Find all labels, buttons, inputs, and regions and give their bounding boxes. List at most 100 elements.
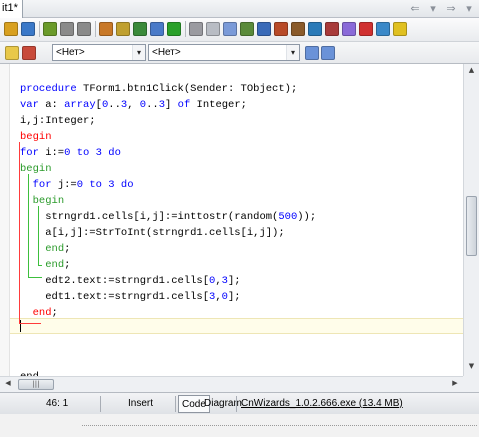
class-combo[interactable]: <Нет> ▾ (52, 44, 146, 61)
code-line: for j:=0 to 3 do (20, 179, 134, 192)
code-token: to (89, 179, 102, 191)
tool-icon[interactable] (308, 22, 322, 36)
text-caret (20, 320, 21, 332)
code-editor[interactable]: procedure TForm1.btn1Click(Sender: TObje… (0, 64, 463, 376)
block-guide-inner-end (38, 265, 42, 266)
forward-arrow-icon[interactable]: ⇒ (445, 2, 457, 15)
code-token: 500 (278, 211, 298, 223)
code-token: edt1.text:=strngrd1.cells[ (20, 291, 210, 303)
code-token: a: (38, 99, 65, 111)
code-token: begin (20, 131, 52, 143)
horizontal-scrollbar[interactable]: ◀ ||| ▶ (0, 376, 463, 392)
scroll-left-icon[interactable]: ◀ (2, 379, 14, 391)
list-view-icon[interactable] (305, 46, 319, 60)
code-token: j:= (51, 179, 77, 191)
code-token: var (20, 99, 39, 111)
block-guide-inner (38, 206, 39, 266)
code-token: , (127, 99, 140, 111)
code-lines: procedure TForm1.btn1Click(Sender: TObje… (0, 64, 463, 376)
unit-icon[interactable] (5, 46, 19, 60)
code-token: for (20, 147, 39, 159)
view-unit-icon[interactable] (99, 22, 113, 36)
run-icon[interactable] (167, 22, 181, 36)
scroll-up-icon[interactable]: ▲ (466, 66, 477, 78)
code-line: edt2.text:=strngrd1.cells[0,3]; (20, 275, 240, 288)
code-line: begin (20, 163, 52, 176)
toolbar-separator (185, 21, 186, 37)
new-unit-icon[interactable] (4, 22, 18, 36)
code-line: strngrd1.cells[i,j]:=inttostr(random(500… (20, 211, 316, 224)
code-token: )); (297, 211, 317, 223)
database-icon[interactable] (274, 22, 288, 36)
main-toolbar (0, 18, 479, 42)
trace-into-icon[interactable] (206, 22, 220, 36)
debug-icon[interactable] (325, 22, 339, 36)
code-token: ; (64, 259, 71, 271)
code-line: end; (20, 307, 58, 320)
pause-icon[interactable] (189, 22, 203, 36)
code-token: a[i,j]:=StrToInt(strngrd1.cells[i,j]); (20, 227, 285, 239)
sort-icon[interactable] (321, 46, 335, 60)
code-token: i:= (38, 147, 65, 159)
scrollbar-corner (463, 376, 479, 392)
code-token: ] (165, 99, 178, 111)
tip-icon[interactable] (393, 22, 407, 36)
open-project-icon[interactable] (77, 22, 91, 36)
toggle-form-unit-icon[interactable] (133, 22, 147, 36)
editor-tab-strip: it1* ⇐ ▾ ⇒ ▾ (0, 0, 479, 18)
wizard-icon[interactable] (257, 22, 271, 36)
help-icon[interactable] (376, 22, 390, 36)
save-icon[interactable] (43, 22, 57, 36)
back-arrow-icon[interactable]: ⇐ (409, 2, 421, 15)
status-divider (175, 396, 176, 412)
code-token: procedure (20, 83, 77, 95)
bookmark-icon[interactable] (359, 22, 373, 36)
chevron-down-icon[interactable]: ▾ (132, 45, 145, 60)
block-guide-mid-end (28, 277, 42, 278)
code-line: procedure TForm1.btn1Click(Sender: TObje… (20, 83, 297, 96)
method-combo[interactable]: <Нет> ▾ (148, 44, 300, 61)
navigation-buttons: ⇐ ▾ ⇒ ▾ (409, 2, 475, 15)
open-icon[interactable] (21, 22, 35, 36)
new-form-icon[interactable] (150, 22, 164, 36)
step-over-icon[interactable] (223, 22, 237, 36)
code-token: ]; (227, 291, 241, 303)
code-line: begin (20, 195, 65, 208)
scroll-right-icon[interactable]: ▶ (449, 379, 461, 391)
cnwizards-update-link[interactable]: CnWizards_1.0.2.666.exe (13.4 MB) (241, 398, 403, 409)
block-guide-outer-end (19, 323, 41, 324)
code-token: .. (146, 99, 159, 111)
horizontal-scroll-thumb[interactable]: ||| (18, 379, 54, 390)
vertical-scrollbar[interactable]: ▲ ▼ (463, 64, 479, 376)
forward-dropdown-icon[interactable]: ▾ (463, 2, 475, 15)
insert-mode: Insert (128, 398, 154, 409)
block-guide-outer (19, 142, 20, 324)
code-token: array (64, 99, 96, 111)
code-token: end (32, 307, 52, 319)
tab-unit1[interactable]: it1* (0, 0, 23, 18)
search-icon[interactable] (342, 22, 356, 36)
code-token: do (108, 147, 121, 159)
code-line: for i:=0 to 3 do (20, 147, 121, 160)
code-token: i,j:Integer; (20, 115, 96, 127)
back-dropdown-icon[interactable]: ▾ (427, 2, 439, 15)
scroll-down-icon[interactable]: ▼ (466, 362, 477, 374)
package-icon[interactable] (291, 22, 305, 36)
impl-icon[interactable] (22, 46, 36, 60)
view-form-icon[interactable] (116, 22, 130, 36)
code-token: end (45, 259, 65, 271)
component-icon[interactable] (240, 22, 254, 36)
status-bar: 46: 1 Insert Code Diagram CnWizards_1.0.… (0, 392, 479, 414)
code-token: edt2.text:=strngrd1.cells[ (20, 275, 210, 287)
code-line: i,j:Integer; (20, 115, 96, 128)
chevron-down-icon[interactable]: ▾ (286, 45, 299, 60)
code-line: begin (20, 131, 52, 144)
code-token: strngrd1.cells[i,j]:=inttostr(random( (20, 211, 279, 223)
block-guide-mid (28, 174, 29, 278)
vertical-scroll-thumb[interactable] (466, 196, 477, 256)
code-token: TForm1.btn1Click(Sender: TObject); (76, 83, 298, 95)
save-all-icon[interactable] (60, 22, 74, 36)
